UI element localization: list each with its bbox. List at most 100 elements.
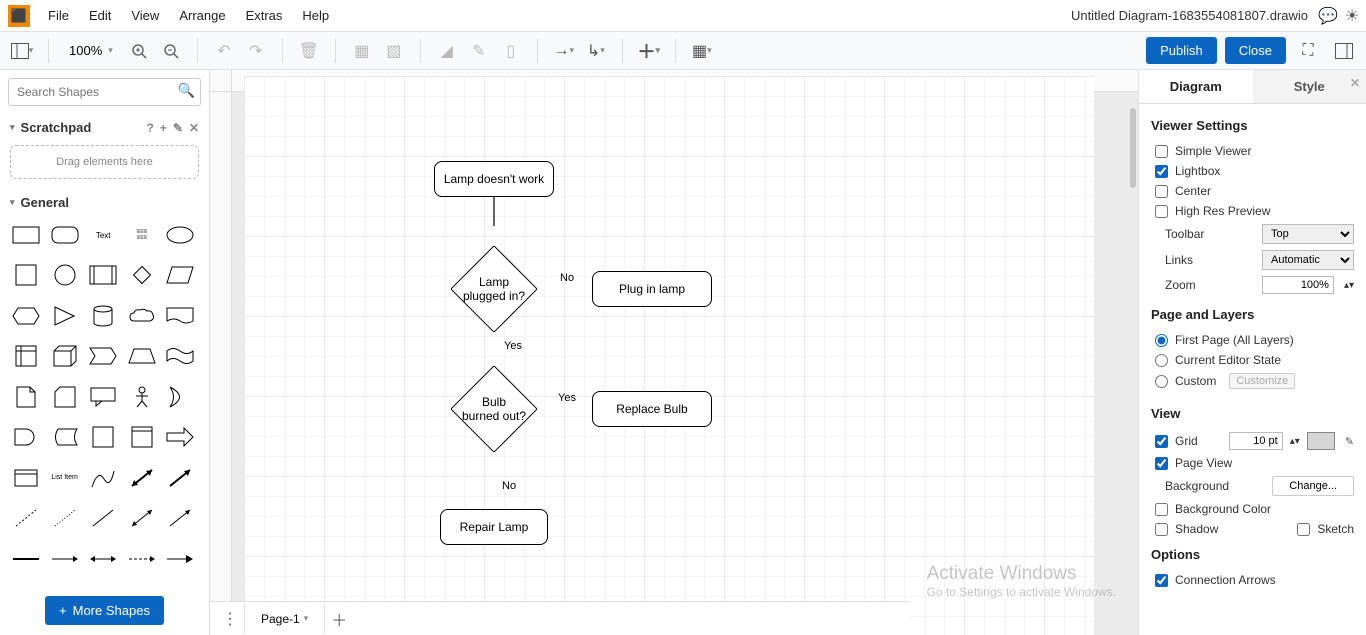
- shape-triangle[interactable]: [49, 303, 81, 329]
- shape-curve[interactable]: [87, 465, 119, 491]
- shape-card[interactable]: [49, 384, 81, 410]
- menu-arrange[interactable]: Arrange: [169, 2, 235, 29]
- comments-icon[interactable]: 💬: [1318, 6, 1338, 26]
- shape-cylinder[interactable]: [87, 303, 119, 329]
- format-panel-toggle-icon[interactable]: [1330, 37, 1358, 65]
- add-page-icon[interactable]: ＋: [325, 605, 353, 633]
- shape-link2[interactable]: [49, 546, 81, 572]
- grid-size-input[interactable]: [1229, 432, 1283, 450]
- node-replace-bulb[interactable]: Replace Bulb: [592, 391, 712, 427]
- shape-hexagon[interactable]: [10, 303, 42, 329]
- shape-and[interactable]: [10, 424, 42, 450]
- shape-internal-storage[interactable]: [10, 343, 42, 369]
- connection-icon[interactable]: →▾: [550, 37, 578, 65]
- zoom-in-icon[interactable]: [125, 37, 153, 65]
- menu-edit[interactable]: Edit: [79, 2, 121, 29]
- shape-tape[interactable]: [164, 343, 196, 369]
- waypoint-icon[interactable]: ↳▾: [582, 37, 610, 65]
- radio-custom[interactable]: CustomCustomize: [1151, 370, 1354, 392]
- scratchpad-dropzone[interactable]: Drag elements here: [10, 145, 199, 179]
- edge-label-no-1[interactable]: No: [560, 272, 574, 284]
- edge-label-yes-2[interactable]: Yes: [558, 392, 576, 404]
- line-color-icon[interactable]: ✎: [465, 37, 493, 65]
- canvas[interactable]: Lamp doesn't work Lamp plugged in? No Pl…: [232, 92, 1138, 635]
- to-front-icon[interactable]: ▦: [348, 37, 376, 65]
- shape-link5[interactable]: [164, 546, 196, 572]
- shape-parallelogram[interactable]: [164, 262, 196, 288]
- node-plug-in[interactable]: Plug in lamp: [592, 271, 712, 307]
- chk-lightbox[interactable]: Lightbox: [1151, 161, 1354, 181]
- fill-color-icon[interactable]: ◢: [433, 37, 461, 65]
- shape-bidirectional-arrow[interactable]: [126, 465, 158, 491]
- shape-directional-conn[interactable]: [164, 505, 196, 531]
- shape-ellipse[interactable]: [164, 222, 196, 248]
- app-logo[interactable]: ⬛: [8, 5, 30, 27]
- scratchpad-add-icon[interactable]: +: [160, 121, 167, 135]
- general-header[interactable]: ▾General: [0, 189, 209, 216]
- shape-cube[interactable]: [49, 343, 81, 369]
- search-shapes-input[interactable]: [8, 78, 201, 106]
- shape-callout[interactable]: [87, 384, 119, 410]
- shape-arrow-big[interactable]: [164, 424, 196, 450]
- chk-shadow[interactable]: [1155, 523, 1168, 536]
- edge-label-no-2[interactable]: No: [502, 480, 516, 492]
- search-icon[interactable]: 🔍: [178, 82, 195, 99]
- shape-data-storage[interactable]: [49, 424, 81, 450]
- node-decision-bulb[interactable]: Bulb burned out?: [451, 366, 537, 452]
- zoom-out-icon[interactable]: [157, 37, 185, 65]
- shape-frame[interactable]: [126, 424, 158, 450]
- shape-link3[interactable]: [87, 546, 119, 572]
- chk-simple-viewer[interactable]: Simple Viewer: [1151, 141, 1354, 161]
- document-title[interactable]: Untitled Diagram-1683554081807.drawio: [1071, 8, 1314, 23]
- shape-container[interactable]: [87, 424, 119, 450]
- node-start[interactable]: Lamp doesn't work: [434, 161, 554, 197]
- pages-menu-icon[interactable]: ⋮: [216, 605, 244, 633]
- menu-file[interactable]: File: [38, 2, 79, 29]
- menu-extras[interactable]: Extras: [236, 2, 293, 29]
- shape-link1[interactable]: [10, 546, 42, 572]
- tab-style[interactable]: Style✕: [1253, 70, 1366, 103]
- shape-or[interactable]: [164, 384, 196, 410]
- fullscreen-icon[interactable]: ⛶: [1294, 37, 1322, 65]
- chk-highres[interactable]: High Res Preview: [1151, 201, 1354, 221]
- shape-list-item[interactable]: List Item: [49, 465, 81, 491]
- node-repair[interactable]: Repair Lamp: [440, 509, 548, 545]
- scratchpad-close-icon[interactable]: ✕: [189, 121, 199, 135]
- to-back-icon[interactable]: ▧: [380, 37, 408, 65]
- close-panel-icon[interactable]: ✕: [1350, 76, 1360, 90]
- delete-icon[interactable]: 🗑: [295, 37, 323, 65]
- insert-icon[interactable]: ＋▾: [635, 37, 663, 65]
- redo-icon[interactable]: ↷: [242, 37, 270, 65]
- shape-list[interactable]: [10, 465, 42, 491]
- shape-document[interactable]: [164, 303, 196, 329]
- zoom-input[interactable]: [1262, 276, 1334, 294]
- radio-first-page[interactable]: First Page (All Layers): [1151, 330, 1354, 350]
- node-decision-plugged[interactable]: Lamp plugged in?: [451, 246, 537, 332]
- shadow-icon[interactable]: ▯: [497, 37, 525, 65]
- shape-bidir-conn[interactable]: [126, 505, 158, 531]
- shape-note[interactable]: [10, 384, 42, 410]
- publish-button[interactable]: Publish: [1146, 37, 1217, 64]
- page-tab-1[interactable]: Page-1▾: [244, 604, 325, 634]
- scratchpad-help-icon[interactable]: ?: [147, 121, 154, 135]
- shape-arrow[interactable]: [164, 465, 196, 491]
- chk-page-view[interactable]: Page View: [1151, 453, 1354, 473]
- shape-dotted-line[interactable]: [49, 505, 81, 531]
- canvas-scrollbar[interactable]: [1130, 108, 1136, 188]
- shape-link4[interactable]: [126, 546, 158, 572]
- chk-sketch[interactable]: [1297, 523, 1310, 536]
- shape-cloud[interactable]: [126, 303, 158, 329]
- chk-bg-color[interactable]: Background Color: [1151, 499, 1354, 519]
- undo-icon[interactable]: ↶: [210, 37, 238, 65]
- close-button[interactable]: Close: [1225, 37, 1286, 64]
- scratchpad-header[interactable]: ▾Scratchpad ? + ✎ ✕: [0, 114, 209, 141]
- drawing-page[interactable]: Lamp doesn't work Lamp plugged in? No Pl…: [244, 76, 1094, 635]
- zoom-dropdown[interactable]: 100%▾: [61, 39, 121, 62]
- shape-dashed-line[interactable]: [10, 505, 42, 531]
- chk-connection-arrows[interactable]: Connection Arrows: [1151, 570, 1354, 590]
- customize-button[interactable]: Customize: [1229, 373, 1295, 389]
- shape-step[interactable]: [87, 343, 119, 369]
- radio-current-editor[interactable]: Current Editor State: [1151, 350, 1354, 370]
- shape-line[interactable]: [87, 505, 119, 531]
- shape-actor[interactable]: [126, 384, 158, 410]
